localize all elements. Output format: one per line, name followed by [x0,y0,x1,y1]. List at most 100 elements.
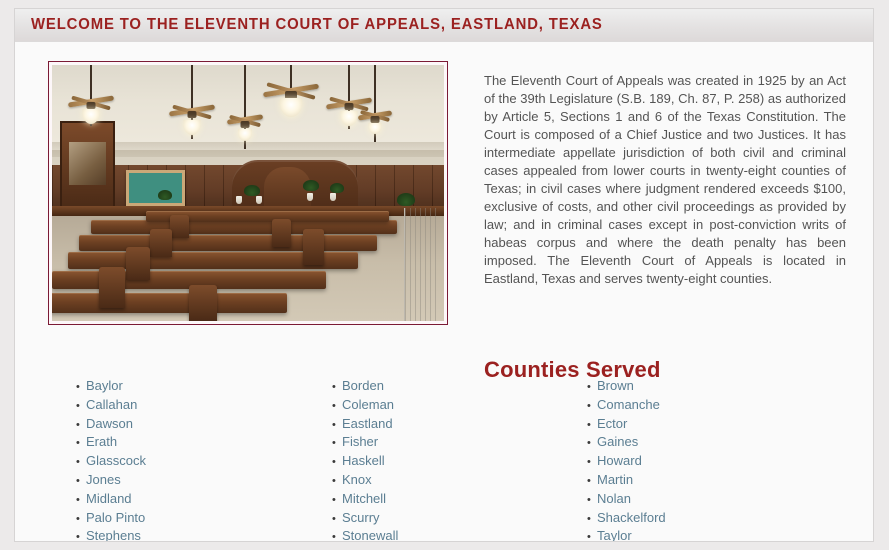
list-item[interactable]: • Callahan [76,397,166,416]
county-link[interactable]: Midland [86,491,132,506]
list-item[interactable]: • Knox [332,472,398,491]
bullet-icon: • [332,474,336,487]
counties-column-3: • Brown • Comanche • Ector • Gaines • Howard … [587,378,666,542]
county-link[interactable]: Stonewall [342,528,398,541]
list-item[interactable]: • Martin [587,472,666,491]
photo-ceiling-fan [67,65,114,127]
bullet-icon: • [587,399,591,412]
bullet-icon: • [587,437,591,450]
list-item[interactable]: • Dawson [76,416,166,435]
list-item[interactable]: • Stephens [76,528,166,541]
bullet-icon: • [587,531,591,542]
county-link[interactable]: Taylor [597,528,632,541]
county-link[interactable]: Gaines [597,434,638,449]
county-link[interactable]: Martin [597,472,633,487]
photo-plant [302,180,319,192]
list-item[interactable]: • Borden [332,378,398,397]
bullet-icon: • [332,381,336,393]
list-item[interactable]: • Shackelford [587,510,666,529]
page-title: WELCOME TO THE ELEVENTH COURT OF APPEALS… [31,16,603,33]
list-item[interactable]: • Gaines [587,434,666,453]
photo-ceiling-fan [357,65,392,142]
county-link[interactable]: Ector [597,416,627,431]
list-item[interactable]: • Nolan [587,491,666,510]
county-link[interactable]: Palo Pinto [86,510,145,525]
county-link[interactable]: Shackelford [597,510,666,525]
photo-pew-end [189,285,217,321]
photo-pew-end [99,267,125,309]
list-item[interactable]: • Palo Pinto [76,510,166,529]
county-link[interactable]: Stephens [86,528,141,541]
list-item[interactable]: • Glasscock [76,453,166,472]
photo-pew-end [302,228,325,265]
county-link[interactable]: Coleman [342,397,394,412]
county-link[interactable]: Comanche [597,397,660,412]
county-link[interactable]: Dawson [86,416,133,431]
list-item[interactable]: • Comanche [587,397,666,416]
photo-fan-hub [187,111,197,119]
page-content: The Eleventh Court of Appeals was create… [15,42,873,541]
list-item[interactable]: • Jones [76,472,166,491]
list-item[interactable]: • Eastland [332,416,398,435]
photo-fan-hub [344,103,354,111]
county-link[interactable]: Scurry [342,510,380,525]
county-link[interactable]: Glasscock [86,453,146,468]
list-item[interactable]: • Midland [76,491,166,510]
list-item[interactable]: • Scurry [332,510,398,529]
list-item[interactable]: • Stonewall [332,528,398,542]
list-item[interactable]: • Baylor [76,378,166,397]
bullet-icon: • [587,512,591,525]
county-link[interactable]: Callahan [86,397,137,412]
county-link[interactable]: Fisher [342,434,378,449]
bullet-icon: • [332,531,336,542]
county-link[interactable]: Jones [86,472,121,487]
photo-vase [306,193,313,201]
county-link[interactable]: Knox [342,472,372,487]
list-item[interactable]: • Fisher [332,434,398,453]
bullet-icon: • [76,474,80,487]
photo-pew-end [169,214,190,238]
county-link[interactable]: Nolan [597,491,631,506]
list-item[interactable]: • Ector [587,416,666,435]
courtroom-photo [48,61,448,325]
photo-pendant-light [368,123,382,135]
county-link[interactable]: Eastland [342,416,393,431]
county-link[interactable]: Baylor [86,378,123,393]
bullet-icon: • [76,456,80,469]
list-item[interactable]: • Brown [587,378,666,397]
county-link[interactable]: Borden [342,378,384,393]
county-link[interactable]: Erath [86,434,117,449]
court-description-paragraph: The Eleventh Court of Appeals was create… [484,73,846,286]
list-item[interactable]: • Mitchell [332,491,398,510]
list-item[interactable]: • Howard [587,453,666,472]
photo-pew-end [126,246,150,281]
bullet-icon: • [587,474,591,487]
bullet-icon: • [587,456,591,469]
photo-pendant-light [340,111,358,127]
list-item[interactable]: • Taylor [587,528,666,542]
photo-plant [157,190,172,201]
photo-green-board [126,169,186,206]
photo-ceiling-fan [169,65,216,140]
page-header-bar: WELCOME TO THE ELEVENTH COURT OF APPEALS… [15,9,873,42]
bullet-icon: • [76,399,80,412]
photo-ceiling-fan [227,65,264,150]
county-link[interactable]: Mitchell [342,491,386,506]
list-item[interactable]: • Erath [76,434,166,453]
bullet-icon: • [587,381,591,393]
photo-pendant-light [82,109,100,125]
photo-pew [79,235,378,251]
bullet-icon: • [587,418,591,431]
bullet-icon: • [332,399,336,412]
photo-plant [330,182,345,193]
list-item[interactable]: • Coleman [332,397,398,416]
county-link[interactable]: Haskell [342,453,385,468]
list-item[interactable]: • Haskell [332,453,398,472]
county-link[interactable]: Brown [597,378,634,393]
photo-fan-hub [370,115,380,123]
counties-column-1: • Baylor • Callahan • Dawson • Erath • Glassc… [76,378,166,541]
photo-pendant-light [279,97,302,117]
photo-pew-end [150,228,172,257]
county-link[interactable]: Howard [597,453,642,468]
bullet-icon: • [76,493,80,506]
